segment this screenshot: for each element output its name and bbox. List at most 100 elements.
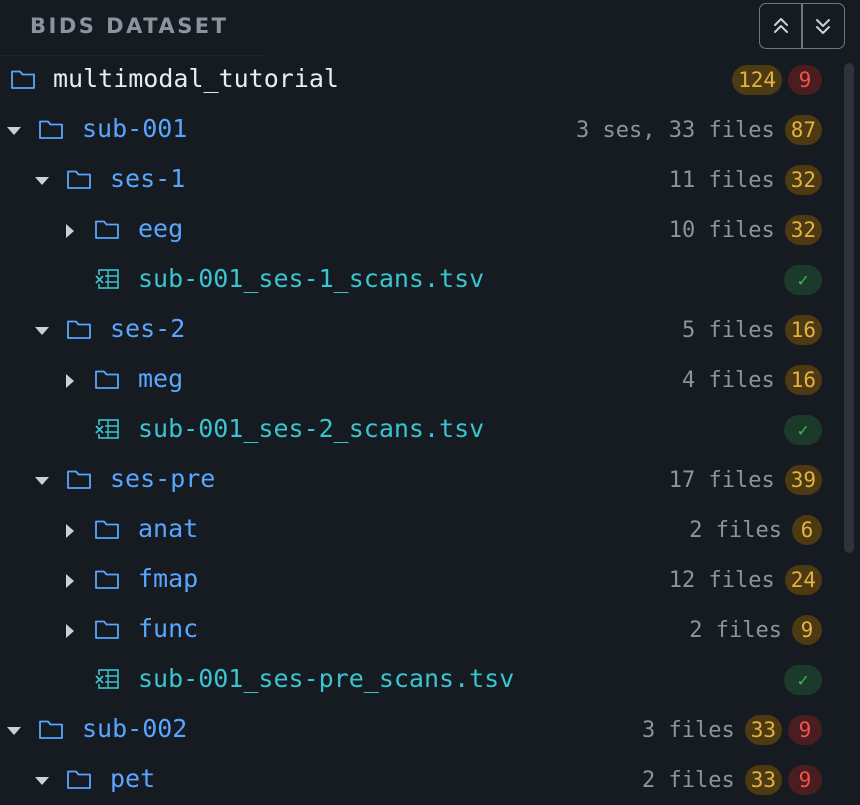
row-badges: 11 files 32 <box>669 165 822 195</box>
folder-icon <box>39 120 63 139</box>
folder-icon <box>95 570 119 589</box>
warning-badge: 9 <box>792 615 822 645</box>
row-badges: 124 9 <box>732 65 822 95</box>
row-badges: 3 files 33 9 <box>642 715 822 745</box>
collapse-all-button[interactable] <box>760 4 801 48</box>
row-meta: 3 files <box>641 717 735 743</box>
tree-row-label: pet <box>110 764 156 793</box>
tree-row-label: func <box>138 614 199 643</box>
row-meta: 5 files <box>681 317 775 343</box>
tree-row-scans-file[interactable]: sub-001_ses-1_scans.tsv ✓ <box>0 255 860 305</box>
tree-row-label: ses-1 <box>110 164 186 193</box>
collapse-all-icon <box>773 18 788 33</box>
valid-check-badge: ✓ <box>784 665 822 695</box>
chevron-down-icon[interactable] <box>5 722 23 740</box>
tree-row-label: fmap <box>138 564 199 593</box>
row-badges: 2 files 9 <box>689 615 822 645</box>
row-meta: 3 ses, 33 files <box>576 117 775 143</box>
chevron-down-icon[interactable] <box>33 772 51 790</box>
table-file-icon <box>95 669 119 689</box>
error-badge: 9 <box>788 65 822 95</box>
row-badges: 10 files 32 <box>669 215 822 245</box>
folder-icon <box>11 70 35 89</box>
row-badges: 4 files 16 <box>682 365 822 395</box>
warning-badge: 124 <box>732 65 782 95</box>
tree-row-scans-file[interactable]: sub-001_ses-2_scans.tsv ✓ <box>0 405 860 455</box>
valid-check-badge: ✓ <box>784 415 822 445</box>
row-meta: 2 files <box>689 617 782 643</box>
row-meta: 17 files <box>668 467 775 493</box>
chevron-down-icon[interactable] <box>33 322 51 340</box>
folder-icon <box>95 220 119 239</box>
row-meta: 12 files <box>668 567 775 593</box>
tree-row-ses-1[interactable]: ses-1 11 files 32 <box>0 155 860 205</box>
warning-badge: 6 <box>792 515 822 545</box>
row-badges: 3 ses, 33 files 87 <box>576 115 822 145</box>
row-meta: 2 files <box>641 767 735 793</box>
row-meta: 11 files <box>668 167 775 193</box>
folder-icon <box>95 620 119 639</box>
warning-badge: 87 <box>784 115 822 145</box>
row-meta: 10 files <box>668 217 775 243</box>
row-badges: 2 files 6 <box>689 515 822 545</box>
folder-icon <box>67 770 91 789</box>
chevron-right-icon[interactable] <box>61 372 79 390</box>
tree-row-meg[interactable]: meg 4 files 16 <box>0 355 860 405</box>
row-badges: ✓ <box>784 665 822 695</box>
chevron-right-icon[interactable] <box>61 622 79 640</box>
tree-row-label: sub-001_ses-2_scans.tsv <box>138 414 485 443</box>
row-badges: ✓ <box>784 265 822 295</box>
table-file-icon <box>95 419 119 439</box>
tree-row-sub-002[interactable]: sub-002 3 files 33 9 <box>0 705 860 755</box>
row-badges: 17 files 39 <box>669 465 822 495</box>
warning-badge: 24 <box>784 565 822 595</box>
folder-icon <box>67 320 91 339</box>
error-badge: 9 <box>788 715 822 745</box>
chevron-right-icon[interactable] <box>61 572 79 590</box>
tree-actions <box>759 3 845 49</box>
tree-row-anat[interactable]: anat 2 files 6 <box>0 505 860 555</box>
tree-row-label: anat <box>138 514 199 543</box>
tree-row-root[interactable]: multimodal_tutorial 124 9 <box>0 55 860 105</box>
expand-all-button[interactable] <box>803 4 844 48</box>
tree-row-label: sub-001 <box>82 114 188 143</box>
row-badges: 5 files 16 <box>682 315 822 345</box>
row-badges: 12 files 24 <box>669 565 822 595</box>
folder-icon <box>95 370 119 389</box>
chevron-down-icon[interactable] <box>33 172 51 190</box>
warning-badge: 32 <box>784 215 822 245</box>
tree-row-label: multimodal_tutorial <box>53 64 339 93</box>
folder-icon <box>39 720 63 739</box>
tree-row-ses-2[interactable]: ses-2 5 files 16 <box>0 305 860 355</box>
chevron-right-icon[interactable] <box>61 522 79 540</box>
tree-row-fmap[interactable]: fmap 12 files 24 <box>0 555 860 605</box>
panel-header: BIDS DATASET <box>0 0 860 56</box>
table-file-icon <box>95 269 119 289</box>
tree-row-eeg[interactable]: eeg 10 files 32 <box>0 205 860 255</box>
tree-row-sub-001[interactable]: sub-001 3 ses, 33 files 87 <box>0 105 860 155</box>
row-meta: 2 files <box>689 517 782 543</box>
warning-badge: 33 <box>744 715 782 745</box>
expand-all-icon <box>816 19 831 34</box>
vertical-scrollbar[interactable] <box>844 63 854 553</box>
warning-badge: 16 <box>784 315 822 345</box>
tree-row-ses-pre[interactable]: ses-pre 17 files 39 <box>0 455 860 505</box>
tree-row-func[interactable]: func 2 files 9 <box>0 605 860 655</box>
tree-row-pet[interactable]: pet 2 files 33 9 <box>0 755 860 805</box>
tree-row-label: sub-001_ses-1_scans.tsv <box>138 264 485 293</box>
tree-row-label: ses-2 <box>110 314 186 343</box>
folder-icon <box>67 170 91 189</box>
row-badges: 2 files 33 9 <box>642 765 822 795</box>
chevron-right-icon[interactable] <box>61 222 79 240</box>
chevron-down-icon[interactable] <box>33 472 51 490</box>
warning-badge: 33 <box>744 765 782 795</box>
error-badge: 9 <box>788 765 822 795</box>
tree-row-label: sub-002 <box>82 714 188 743</box>
panel-title: BIDS DATASET <box>30 14 229 38</box>
tree-row-label: meg <box>138 364 184 393</box>
tree-row-scans-file[interactable]: sub-001_ses-pre_scans.tsv ✓ <box>0 655 860 705</box>
tree-row-label: ses-pre <box>110 464 216 493</box>
tree-row-label: sub-001_ses-pre_scans.tsv <box>138 664 515 693</box>
chevron-down-icon[interactable] <box>5 122 23 140</box>
warning-badge: 32 <box>784 165 822 195</box>
